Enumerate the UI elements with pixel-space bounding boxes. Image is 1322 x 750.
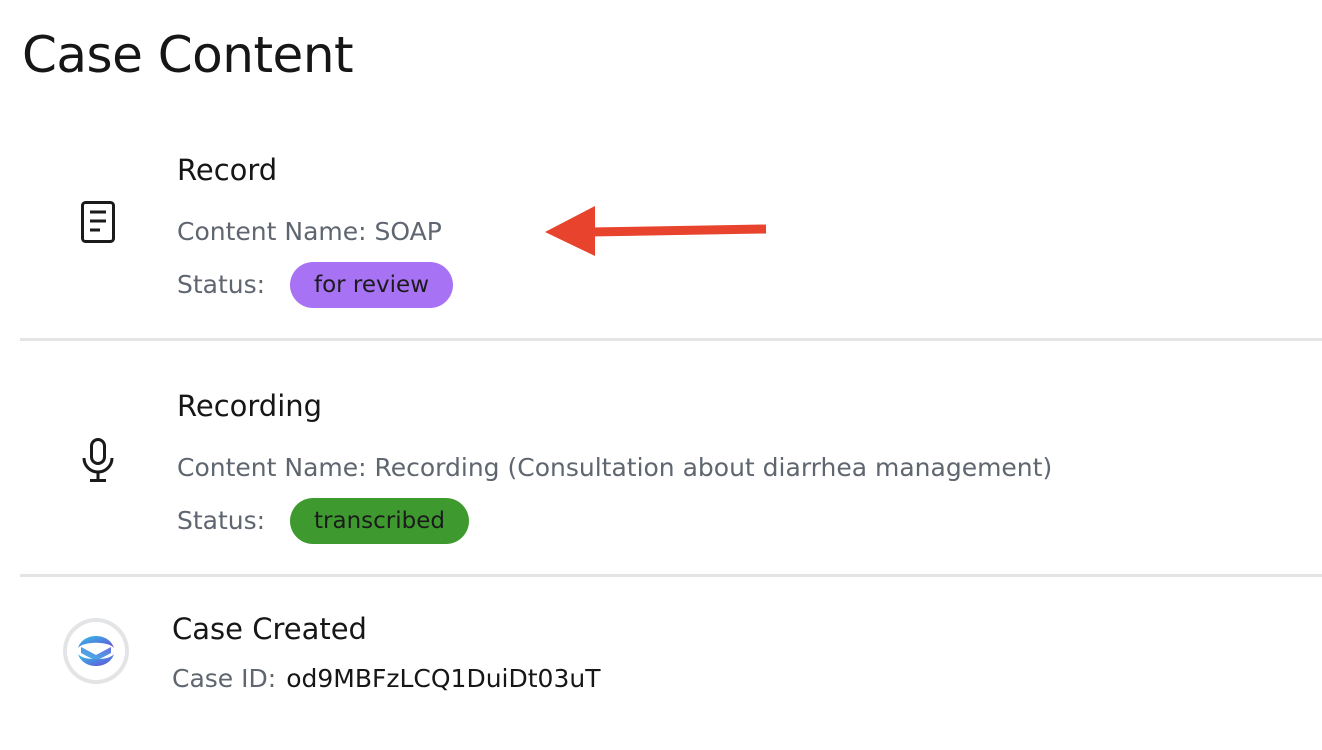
microphone-icon xyxy=(76,438,120,482)
page-title: Case Content xyxy=(22,26,354,84)
document-icon xyxy=(76,200,120,244)
content-name: Content Name: SOAP xyxy=(177,217,442,246)
annotation-arrow-icon xyxy=(545,206,767,256)
app-logo-icon xyxy=(63,618,129,684)
status-badge: transcribed xyxy=(290,498,469,544)
status-label: Status: xyxy=(177,506,266,535)
entry-title: Record xyxy=(177,153,278,187)
case-id-value: od9MBFzLCQ1DuiDt03uT xyxy=(286,664,601,693)
status-badge: for review xyxy=(290,262,453,308)
status-label: Status: xyxy=(177,270,266,299)
case-created-title: Case Created xyxy=(172,612,367,646)
case-id-label: Case ID: xyxy=(172,664,277,693)
divider xyxy=(20,574,1322,577)
entry-title: Recording xyxy=(177,389,323,423)
content-name: Content Name: Recording (Consultation ab… xyxy=(177,453,1053,482)
divider xyxy=(20,338,1322,341)
case-id-line: Case ID: od9MBFzLCQ1DuiDt03uT xyxy=(172,663,600,695)
